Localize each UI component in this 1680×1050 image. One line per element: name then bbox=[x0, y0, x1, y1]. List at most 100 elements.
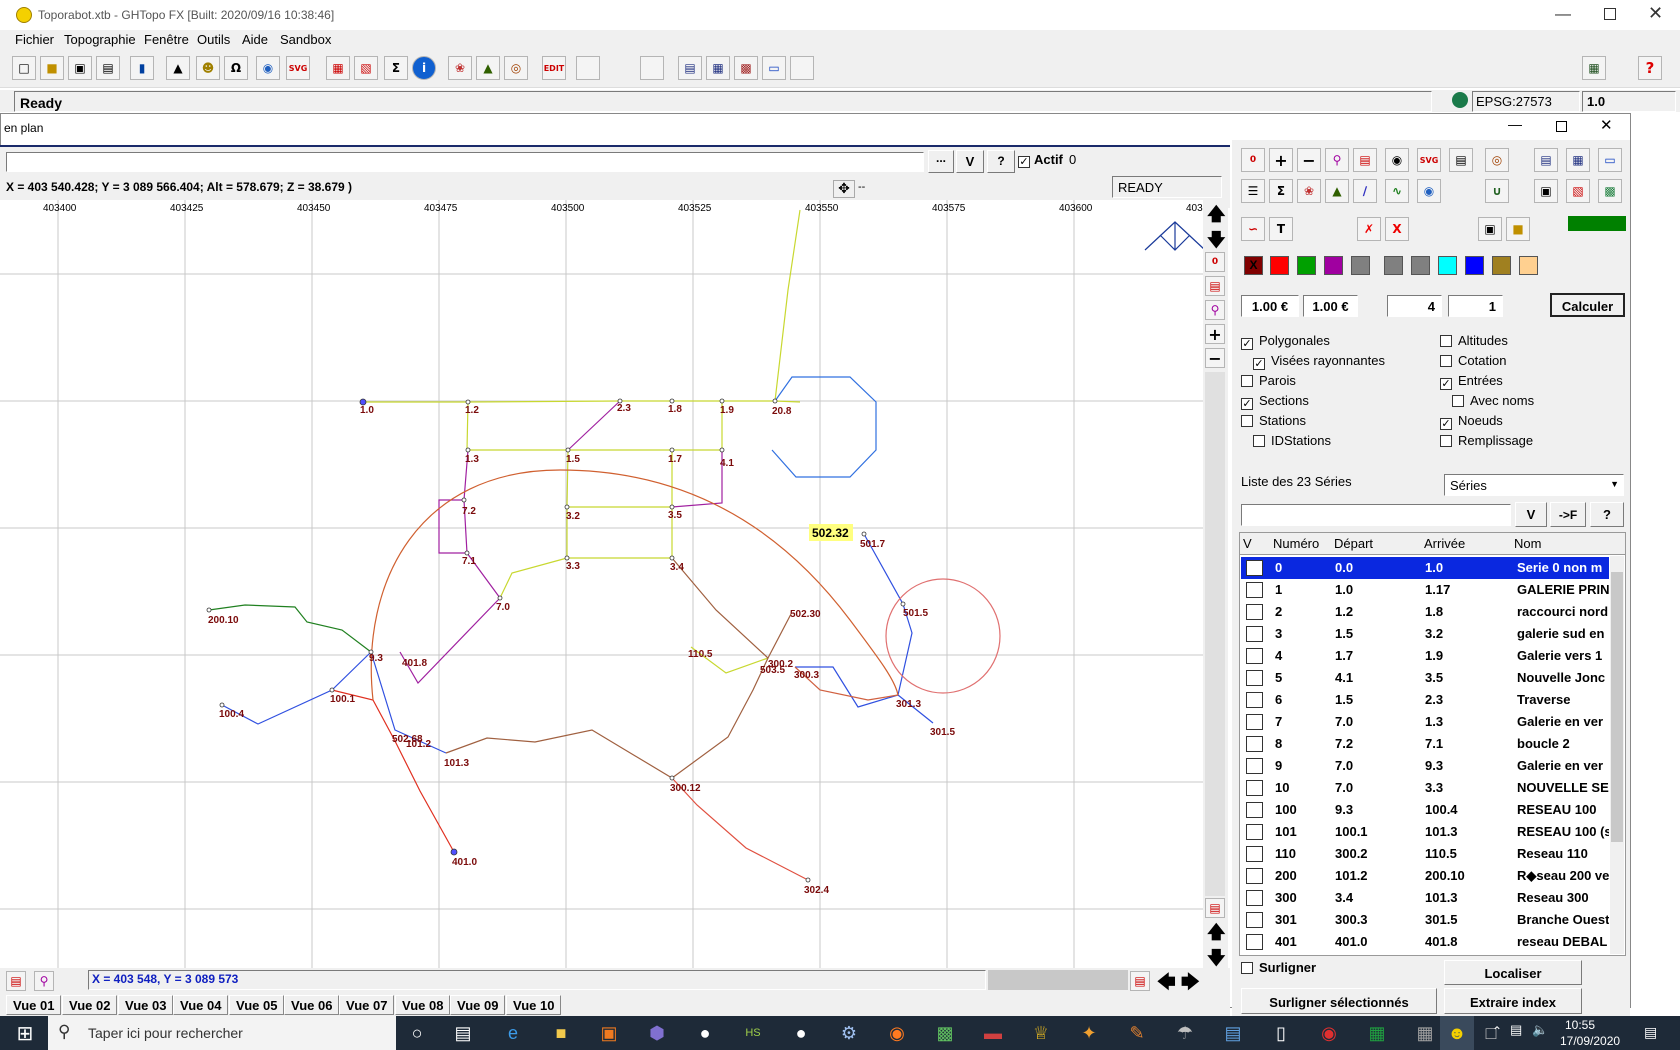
rp-save-icon[interactable]: ▣ bbox=[1534, 179, 1558, 203]
volume-icon[interactable]: 🔈 bbox=[1532, 1022, 1548, 1038]
filter-help-button[interactable]: ? bbox=[987, 150, 1015, 173]
opt-entrees[interactable]: ✓ Entrées bbox=[1440, 373, 1503, 390]
bottom-zoom-icon[interactable]: ⚲ bbox=[34, 971, 54, 991]
calculator-icon[interactable]: ▦ bbox=[1582, 56, 1606, 80]
clock-date[interactable]: 17/09/2020 bbox=[1560, 1034, 1620, 1048]
tab-vue-03[interactable]: Vue 03 bbox=[118, 995, 174, 1015]
tab-vue-09[interactable]: Vue 09 bbox=[450, 995, 506, 1015]
extra-app-icon[interactable]: □ bbox=[1474, 1016, 1508, 1050]
close-icon[interactable]: ✕ bbox=[1648, 3, 1663, 24]
param-field-1[interactable]: 1.00 € bbox=[1241, 295, 1299, 317]
table-row[interactable]: 5 4.1 3.5 Nouvelle Jonc bbox=[1241, 667, 1609, 689]
table-row[interactable]: 9 7.0 9.3 Galerie en ver bbox=[1241, 755, 1609, 777]
zoom-out-icon[interactable]: − bbox=[1205, 348, 1225, 368]
smiley-icon[interactable]: ☻ bbox=[196, 56, 220, 80]
table-row[interactable]: 1 1.0 1.17 GALERIE PRIN bbox=[1241, 579, 1609, 601]
opt-noeuds[interactable]: ✓ Noeuds bbox=[1440, 413, 1503, 430]
row-checkbox[interactable] bbox=[1246, 736, 1263, 752]
calculer-button[interactable]: Calculer bbox=[1550, 293, 1625, 317]
opt-parois-checkbox[interactable] bbox=[1241, 375, 1253, 387]
series-v-button[interactable]: V bbox=[1515, 502, 1547, 527]
rp-globe-icon[interactable]: ◉ bbox=[1417, 179, 1441, 203]
timeline-icon[interactable]: ▤ bbox=[446, 1016, 480, 1050]
param-field-2[interactable]: 1.00 € bbox=[1303, 295, 1358, 317]
series-dropdown[interactable]: Séries ▼ bbox=[1444, 474, 1624, 496]
localiser-button[interactable]: Localiser bbox=[1444, 960, 1582, 985]
window-list-icon[interactable]: ▤ bbox=[678, 56, 702, 80]
opt-idstations-checkbox[interactable] bbox=[1253, 435, 1265, 447]
row-checkbox[interactable] bbox=[1246, 868, 1263, 884]
rp-zoom-in-icon[interactable]: + bbox=[1269, 148, 1293, 172]
color-swatch[interactable] bbox=[1519, 256, 1538, 275]
opt-cotation[interactable]: Cotation bbox=[1440, 353, 1506, 368]
child-maximize-icon[interactable] bbox=[1556, 121, 1567, 132]
row-checkbox[interactable] bbox=[1246, 758, 1263, 774]
rp-sigma-icon[interactable]: Σ bbox=[1269, 179, 1293, 203]
umbrella-icon[interactable]: ☂ bbox=[1168, 1016, 1202, 1050]
rp-delete-poly-icon[interactable]: ✗ bbox=[1357, 217, 1381, 241]
new-file-icon[interactable]: □ bbox=[12, 56, 36, 80]
app-hex-icon[interactable]: ⬢ bbox=[640, 1016, 674, 1050]
opt-stations[interactable]: Stations bbox=[1241, 413, 1306, 428]
tab-vue-07[interactable]: Vue 07 bbox=[339, 995, 395, 1015]
row-checkbox[interactable] bbox=[1246, 890, 1263, 906]
rp-image-icon[interactable]: ▩ bbox=[1598, 179, 1622, 203]
menu-aide[interactable]: Aide bbox=[242, 32, 268, 47]
menu-fenetre[interactable]: Fenêtre bbox=[144, 32, 189, 47]
opt-remplissage[interactable]: Remplissage bbox=[1440, 433, 1533, 448]
clock-time[interactable]: 10:55 bbox=[1565, 1018, 1595, 1032]
row-checkbox[interactable] bbox=[1246, 846, 1263, 862]
rp-open-icon[interactable]: ■ bbox=[1506, 217, 1530, 241]
rp-window-icon[interactable]: ▤ bbox=[1353, 148, 1377, 172]
color-swatch[interactable] bbox=[1411, 256, 1430, 275]
rp-text-icon[interactable]: T bbox=[1269, 217, 1293, 241]
table-row[interactable]: 300 3.4 101.3 Reseau 300 bbox=[1241, 887, 1609, 909]
rp-svg-icon[interactable]: SVG bbox=[1417, 148, 1441, 172]
row-checkbox[interactable] bbox=[1246, 714, 1263, 730]
row-checkbox[interactable] bbox=[1246, 912, 1263, 928]
rp-section-icon[interactable]: ∕ bbox=[1353, 179, 1377, 203]
rp-binoculars-icon[interactable]: ◉ bbox=[1385, 148, 1409, 172]
tab-vue-02[interactable]: Vue 02 bbox=[62, 995, 118, 1015]
table-row[interactable]: 3 1.5 3.2 galerie sud en bbox=[1241, 623, 1609, 645]
child-close-icon[interactable]: ✕ bbox=[1600, 116, 1613, 134]
export-red-icon[interactable]: ▦ bbox=[326, 56, 350, 80]
rp-compass-icon[interactable]: ❀ bbox=[1297, 179, 1321, 203]
wand-icon[interactable]: ✦ bbox=[1072, 1016, 1106, 1050]
rp-delete-x-icon[interactable]: X bbox=[1385, 217, 1409, 241]
opt-altitudes-checkbox[interactable] bbox=[1440, 335, 1452, 347]
tab-vue-06[interactable]: Vue 06 bbox=[284, 995, 340, 1015]
menu-sandbox[interactable]: Sandbox bbox=[280, 32, 331, 47]
report-icon[interactable]: ▧ bbox=[354, 56, 378, 80]
rp-polyline-icon[interactable]: ∽ bbox=[1241, 217, 1265, 241]
bottom-window-icon[interactable]: ▤ bbox=[6, 971, 26, 991]
tab-vue-05[interactable]: Vue 05 bbox=[229, 995, 285, 1015]
edit-icon[interactable]: EDIT bbox=[542, 56, 566, 80]
rp-chart-icon[interactable]: ∪ bbox=[1485, 179, 1509, 203]
settings-icon[interactable]: ⚙ bbox=[832, 1016, 866, 1050]
rp-layers-icon[interactable]: ☰ bbox=[1241, 179, 1265, 203]
series-f-button[interactable]: ->F bbox=[1550, 502, 1586, 527]
col-header-arrivee[interactable]: Arrivée bbox=[1424, 536, 1465, 551]
firefox-icon[interactable]: ◉ bbox=[880, 1016, 914, 1050]
task-view-icon[interactable]: ○ bbox=[400, 1016, 434, 1050]
notification-icon[interactable]: ▤ bbox=[1644, 1024, 1657, 1041]
globe-icon[interactable]: ◉ bbox=[256, 56, 280, 80]
spreadsheet-icon[interactable]: ▦ bbox=[1360, 1016, 1394, 1050]
table-row[interactable]: 301 300.3 301.5 Branche Ouest bbox=[1241, 909, 1609, 931]
notepad-icon[interactable]: ▤ bbox=[1216, 1016, 1250, 1050]
rp-zoom-icon[interactable]: ⚲ bbox=[1325, 148, 1349, 172]
opt-stations-checkbox[interactable] bbox=[1241, 415, 1253, 427]
windows-start-icon[interactable]: ⊞ bbox=[8, 1016, 42, 1050]
opt-polygonales-checkbox[interactable]: ✓ bbox=[1241, 338, 1253, 350]
row-checkbox[interactable] bbox=[1246, 934, 1263, 950]
horizontal-scrollbar-thumb[interactable] bbox=[988, 970, 1128, 990]
rp-save2-icon[interactable]: ▣ bbox=[1478, 217, 1502, 241]
vertical-scrollbar[interactable] bbox=[1205, 372, 1225, 896]
row-checkbox[interactable] bbox=[1246, 604, 1263, 620]
param-field-3[interactable]: 4 bbox=[1387, 295, 1442, 317]
rp-doc-icon[interactable]: ▤ bbox=[1534, 148, 1558, 172]
window-tool-2-icon[interactable]: ▤ bbox=[1205, 898, 1225, 918]
rp-zero-icon[interactable]: 0 bbox=[1241, 148, 1265, 172]
cave-icon[interactable]: ▲ bbox=[166, 56, 190, 80]
